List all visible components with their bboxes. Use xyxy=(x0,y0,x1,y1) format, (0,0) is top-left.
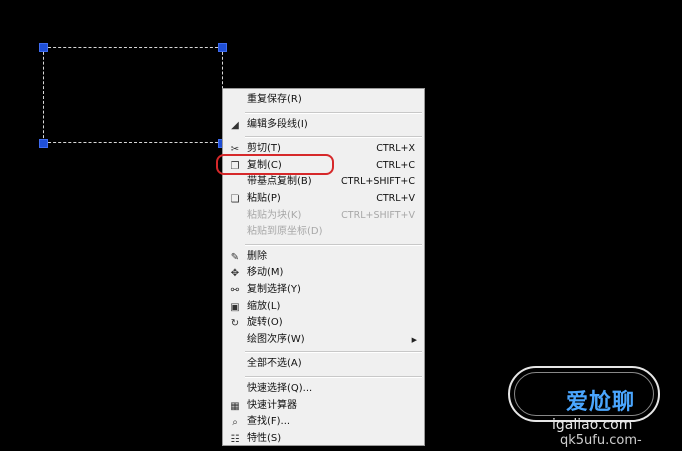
scale-icon: ▣ xyxy=(230,301,240,313)
menu-item[interactable]: ⚯ 复制选择(Y) xyxy=(223,282,424,299)
selected-rectangle[interactable] xyxy=(43,47,223,143)
menu-item-label: 全部不选(A) xyxy=(247,358,302,370)
menu-item[interactable]: 带基点复制(B) CTRL+SHIFT+C xyxy=(223,174,424,191)
menu-item-shortcut: CTRL+X xyxy=(376,143,415,155)
menu-item[interactable]: ◢ 编辑多段线(I) xyxy=(223,117,424,134)
menu-item-label: 粘贴到原坐标(D) xyxy=(247,226,323,238)
menu-item-shortcut: CTRL+V xyxy=(376,192,415,204)
menu-item[interactable]: 重复保存(R) xyxy=(223,92,424,109)
menu-item[interactable]: ▦ 快速计算器 xyxy=(223,398,424,415)
menu-item-label: 缩放(L) xyxy=(247,300,281,312)
menu-item-label: 删除 xyxy=(247,250,267,262)
menu-item-shortcut: CTRL+SHIFT+V xyxy=(341,209,415,221)
calculator-icon: ▦ xyxy=(230,400,240,412)
menu-item[interactable]: ✥ 移动(M) xyxy=(223,265,424,282)
menu-item[interactable]: ⌕ 查找(F)... xyxy=(223,414,424,431)
menu-item-label: 编辑多段线(I) xyxy=(247,118,308,130)
menu-item[interactable]: ▣ 缩放(L) xyxy=(223,299,424,316)
menu-item[interactable]: 绘图次序(W) ▶ xyxy=(223,332,424,349)
menu-item: 粘贴为块(K) CTRL+SHIFT+V xyxy=(223,208,424,225)
menu-item[interactable]: ☷ 特性(S) xyxy=(223,431,424,448)
menu-item-label: 移动(M) xyxy=(247,267,284,279)
menu-item-label: 旋转(O) xyxy=(247,317,283,329)
menu-separator xyxy=(245,243,422,246)
menu-item[interactable]: ❏ 粘贴(P) CTRL+V xyxy=(223,191,424,208)
menu-item-label: 特性(S) xyxy=(247,432,282,444)
menu-separator xyxy=(245,375,422,378)
menu-item-label: 带基点复制(B) xyxy=(247,176,312,188)
menu-item-shortcut: CTRL+SHIFT+C xyxy=(341,176,415,188)
menu-separator xyxy=(245,136,422,139)
menu-item-label: 绘图次序(W) xyxy=(247,333,305,345)
menu-item[interactable]: 快速选择(Q)... xyxy=(223,381,424,398)
menu-separator xyxy=(245,111,422,114)
menu-item-shortcut: CTRL+C xyxy=(376,159,415,171)
menu-item-label: 复制选择(Y) xyxy=(247,283,301,295)
paste-icon: ❏ xyxy=(230,193,240,205)
menu-item-label: 重复保存(R) xyxy=(247,94,302,105)
menu-item[interactable]: 全部不选(A) xyxy=(223,356,424,373)
watermark-url: igaliao.com xyxy=(552,417,633,433)
menu-item-label: 查找(F)... xyxy=(247,416,291,428)
highlight-ring xyxy=(216,154,334,175)
properties-icon: ☷ xyxy=(230,433,240,445)
polyline-edit-icon: ◢ xyxy=(231,119,239,131)
grip-bottom-left[interactable] xyxy=(39,139,48,148)
copy-selection-icon: ⚯ xyxy=(230,284,240,296)
watermark-url-secondary: qk5ufu.com- xyxy=(560,433,642,448)
rotate-icon: ↻ xyxy=(230,318,240,330)
submenu-arrow-icon: ▶ xyxy=(411,335,417,344)
menu-item[interactable]: ✎ 删除 xyxy=(223,249,424,266)
context-menu: 重复保存(R) ◢ 编辑多段线(I) ✂ 剪切(T) CTRL+X ❐ 复制(C) CTRL+C… xyxy=(222,88,425,446)
menu-item-label: 快速选择(Q)... xyxy=(247,382,313,394)
menu-separator xyxy=(245,351,422,354)
find-icon: ⌕ xyxy=(232,417,238,429)
menu-item-label: 快速计算器 xyxy=(247,399,297,411)
menu-item-label: 粘贴为块(K) xyxy=(247,209,302,221)
menu-item-label: 粘贴(P) xyxy=(247,192,281,204)
menu-item[interactable]: ↻ 旋转(O) xyxy=(223,315,424,332)
grip-top-left[interactable] xyxy=(39,43,48,52)
grip-top-right[interactable] xyxy=(218,43,227,52)
eraser-icon: ✎ xyxy=(230,251,240,263)
watermark-brand: 爱尬聊 xyxy=(566,390,636,415)
menu-item: 粘贴到原坐标(D) xyxy=(223,224,424,241)
move-icon: ✥ xyxy=(230,268,240,280)
